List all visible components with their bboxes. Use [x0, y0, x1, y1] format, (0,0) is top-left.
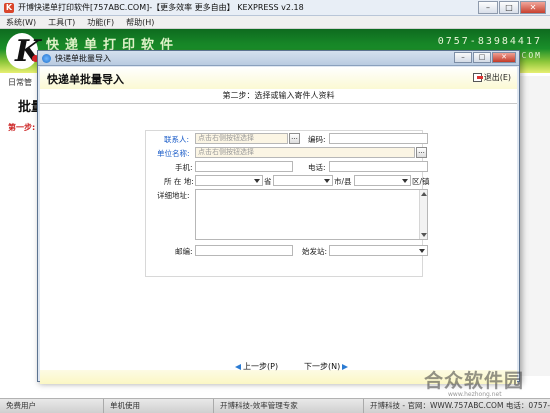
banner-phone: 0757-83984417	[437, 36, 542, 47]
dialog-titlebar: 快递单批量导入 – □ ✕	[38, 51, 519, 66]
sender-form: 联系人: 点击右侧按钮选择 ... 编码: 单位名称: 点击右侧按钮选择 ...…	[145, 130, 430, 277]
code-label: 编码:	[308, 135, 326, 144]
app-icon: K	[4, 2, 14, 13]
statusbar: 免费用户 单机使用 开博科技-效率管理专家 开博科技 - 官网：WWW.757A…	[0, 398, 550, 413]
status-user: 免费用户	[0, 399, 104, 413]
prev-step-label: 上一步(P)	[243, 362, 279, 371]
status-mode: 单机使用	[104, 399, 214, 413]
location-label: 所 在 地:	[164, 177, 194, 186]
unit-select-button[interactable]: ...	[416, 147, 427, 158]
menu-system[interactable]: 系统(W)	[0, 17, 42, 28]
next-step-button[interactable]: 下一步(N)	[304, 361, 349, 372]
unit-field[interactable]: 点击右侧按钮选择	[195, 147, 415, 158]
status-company: 开博科技-效率管理专家	[214, 399, 364, 413]
batch-import-dialog: 快递单批量导入 – □ ✕ 快递单批量导入 退出(E) 第二步：选择或输入寄件人…	[37, 50, 520, 384]
address-textarea[interactable]	[195, 189, 428, 240]
dialog-heading: 快递单批量导入	[47, 73, 124, 86]
maximize-button[interactable]: □	[499, 1, 519, 14]
postcode-label: 邮编:	[175, 247, 193, 256]
menu-functions[interactable]: 功能(F)	[81, 17, 120, 28]
background-panel	[520, 76, 550, 376]
dialog-header: 快递单批量导入 退出(E)	[40, 67, 517, 89]
dialog-title: 快递单批量导入	[55, 53, 111, 63]
status-website: 开博科技 - 官网：WWW.757ABC.COM 电话：0757-8318441…	[370, 401, 550, 410]
menu-tools[interactable]: 工具(T)	[42, 17, 81, 28]
dialog-minimize-button[interactable]: –	[454, 52, 472, 63]
dialog-app-icon	[42, 53, 51, 63]
district-label: 区/镇	[412, 177, 430, 186]
step-text: 第二步：选择或输入寄件人资料	[222, 91, 335, 100]
arrow-left-icon	[235, 363, 241, 370]
prev-step-button[interactable]: 上一步(P)	[235, 361, 278, 372]
dialog-controls: – □ ✕	[453, 52, 516, 63]
mobile-input[interactable]	[195, 161, 293, 172]
chevron-down-icon	[402, 179, 408, 183]
exit-label: 退出(E)	[483, 73, 511, 82]
background-tab[interactable]: 日常管	[8, 77, 32, 88]
postcode-input[interactable]	[195, 245, 293, 256]
dialog-close-button[interactable]: ✕	[492, 52, 516, 63]
chevron-down-icon	[324, 179, 330, 183]
chevron-down-icon	[419, 249, 425, 253]
minimize-button[interactable]: –	[478, 1, 498, 14]
city-select[interactable]	[273, 175, 333, 186]
phone-input[interactable]	[329, 161, 428, 172]
unit-label: 单位名称:	[157, 149, 190, 158]
scroll-up-icon[interactable]	[421, 192, 427, 196]
main-window-title: 开博快递单打印软件[757ABC.COM]-【更多效率 更多自由】 KEXPRE…	[18, 3, 304, 12]
province-select[interactable]	[195, 175, 263, 186]
district-select[interactable]	[354, 175, 411, 186]
province-label: 省	[264, 177, 272, 186]
arrow-right-icon	[342, 363, 349, 370]
city-label: 市/县	[334, 177, 352, 186]
menubar: 系统(W) 工具(T) 功能(F) 帮助(H)	[0, 16, 550, 29]
divider	[40, 103, 517, 104]
phone-label: 电话:	[308, 163, 326, 172]
close-button[interactable]: ✕	[520, 1, 546, 14]
main-titlebar: K 开博快递单打印软件[757ABC.COM]-【更多效率 更多自由】 KEXP…	[0, 0, 550, 16]
address-label: 详细地址:	[157, 191, 190, 200]
contact-field[interactable]: 点击右侧按钮选择	[195, 133, 288, 144]
main-window-controls: – □ ✕	[477, 1, 546, 14]
next-step-label: 下一步(N)	[304, 362, 341, 371]
menu-help[interactable]: 帮助(H)	[120, 17, 160, 28]
mobile-label: 手机:	[175, 163, 193, 172]
watermark: 合众软件园	[424, 370, 525, 392]
code-input[interactable]	[329, 133, 428, 144]
origin-label: 始发站:	[302, 247, 328, 256]
origin-select[interactable]	[329, 245, 428, 256]
scroll-down-icon[interactable]	[421, 233, 427, 237]
contact-label: 联系人:	[164, 135, 190, 144]
exit-button[interactable]: 退出(E)	[472, 72, 511, 83]
exit-icon	[472, 73, 483, 82]
contact-select-button[interactable]: ...	[289, 133, 300, 144]
dialog-maximize-button[interactable]: □	[473, 52, 491, 63]
watermark-sub: www.hezhong.net	[448, 391, 502, 398]
k-logo-icon: K	[6, 33, 41, 69]
background-step: 第一步:	[8, 123, 36, 132]
chevron-down-icon	[254, 179, 260, 183]
dialog-body: 快递单批量导入 退出(E) 第二步：选择或输入寄件人资料 联系人: 点击右侧按钮…	[40, 67, 517, 384]
address-scrollbar[interactable]	[419, 190, 427, 239]
